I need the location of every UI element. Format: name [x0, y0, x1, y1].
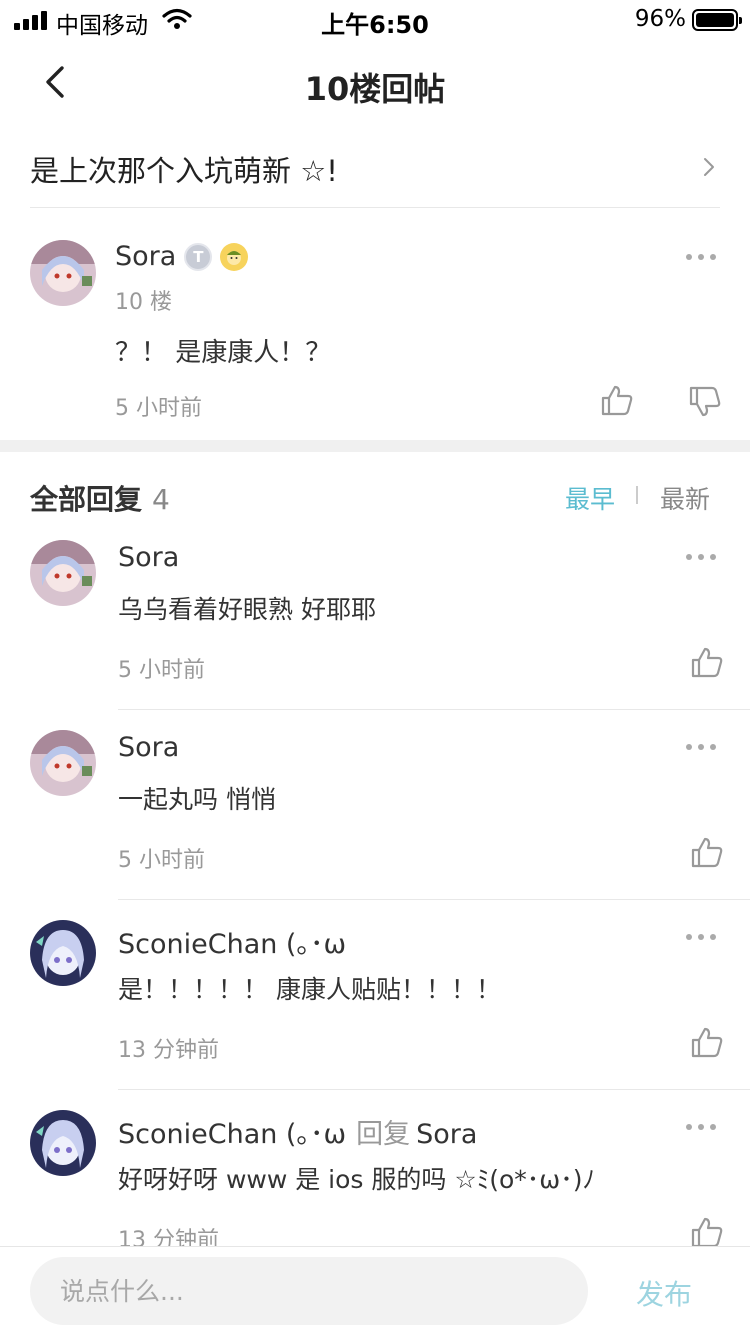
more-icon[interactable]: [686, 554, 716, 562]
reply-text: 一起丸吗 悄悄: [118, 785, 276, 814]
comment-input-bar: 发布: [0, 1246, 750, 1334]
reply-divider: [118, 899, 750, 900]
more-icon[interactable]: [686, 934, 716, 942]
thread-link[interactable]: 是上次那个入坑萌新 ☆!: [30, 128, 720, 208]
replies-count-label: 全部回复 4: [30, 478, 170, 518]
reply-item: Sora 乌乌看着好眼熟 好耶耶 5 小时前: [0, 540, 750, 730]
status-bar: 中国移动 上午6:50 96%: [0, 0, 750, 40]
reply-author-name: Sora: [118, 542, 180, 573]
post-author: Sora T: [115, 241, 249, 272]
section-divider: [0, 440, 750, 452]
replies-count: 4: [152, 483, 170, 516]
reply-author[interactable]: SconieChan (｡･ω 回复 Sora: [118, 1112, 477, 1151]
more-icon[interactable]: [686, 1124, 716, 1132]
chevron-right-icon: [704, 158, 714, 176]
thumbs-up-icon[interactable]: [690, 1216, 724, 1248]
reply-text: 是！！！！！ 康康人贴贴！！！！: [118, 975, 501, 1004]
more-icon[interactable]: [686, 744, 716, 752]
floor-number: 10 楼: [115, 290, 172, 315]
level-badge-icon: T: [184, 242, 213, 271]
reply-item: SconieChan (｡･ω 是！！！！！ 康康人贴贴！！！！ 13 分钟前: [0, 920, 750, 1110]
reply-time: 5 小时前: [118, 658, 205, 683]
post-author-name[interactable]: Sora: [115, 241, 176, 272]
sort-earliest-button[interactable]: 最早: [565, 480, 615, 516]
thumbs-up-icon[interactable]: [690, 836, 724, 868]
reply-author-name: SconieChan (｡･ω: [118, 1119, 347, 1150]
reply-author-name: SconieChan (｡･ω: [118, 929, 347, 960]
thread-title: 是上次那个入坑萌新 ☆!: [30, 154, 338, 188]
reply-time: 5 小时前: [118, 848, 205, 873]
avatar[interactable]: [30, 540, 96, 606]
replies-label: 全部回复: [30, 483, 143, 516]
thumbs-up-icon[interactable]: [600, 384, 634, 416]
more-icon[interactable]: [686, 254, 716, 262]
reply-divider: [118, 1089, 750, 1090]
sort-latest-button[interactable]: 最新: [660, 480, 710, 516]
reply-time: 13 分钟前: [118, 1038, 219, 1063]
thumbs-up-icon[interactable]: [690, 646, 724, 678]
replies-header: 全部回复 4 最早 最新: [0, 452, 750, 540]
avatar[interactable]: [30, 240, 96, 306]
reply-target-name[interactable]: Sora: [416, 1119, 477, 1150]
reply-author[interactable]: SconieChan (｡･ω: [118, 922, 346, 961]
floor-post: Sora T 10 楼 ？！ 是康康人！？ 5 小时前: [0, 208, 750, 440]
reply-divider: [118, 709, 750, 710]
page-title: 10楼回帖: [304, 70, 446, 108]
thumbs-up-icon[interactable]: [690, 1026, 724, 1058]
avatar[interactable]: [30, 920, 96, 986]
post-time: 5 小时前: [115, 396, 202, 421]
reply-to-label: 回复: [356, 1119, 411, 1150]
nav-bar: 10楼回帖: [0, 40, 750, 128]
comment-input[interactable]: [30, 1257, 588, 1325]
reply-text: 好呀好呀 www 是 ios 服的吗 ☆ﾐ(o*･ω･)ﾉ: [118, 1165, 595, 1194]
sort-separator: [636, 486, 638, 504]
thumbs-down-icon[interactable]: [688, 386, 722, 418]
reply-author-name: Sora: [118, 732, 180, 763]
reply-author[interactable]: Sora: [118, 542, 179, 573]
avatar[interactable]: [30, 730, 96, 796]
reply-item: Sora 一起丸吗 悄悄 5 小时前: [0, 730, 750, 920]
publish-button[interactable]: 发布: [636, 1273, 692, 1313]
battery-percentage: 96%: [634, 6, 686, 32]
post-content: ？！ 是康康人！？: [115, 338, 332, 368]
avatar[interactable]: [30, 1110, 96, 1176]
emoji-badge-icon: [220, 242, 249, 271]
battery-icon: [692, 9, 742, 31]
reply-author[interactable]: Sora: [118, 732, 179, 763]
reply-text: 乌乌看着好眼熟 好耶耶: [118, 595, 376, 624]
